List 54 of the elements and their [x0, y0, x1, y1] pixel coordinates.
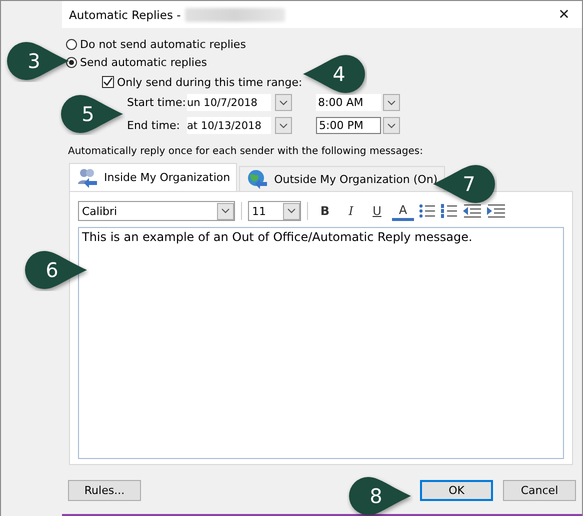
numbering-icon[interactable] — [440, 203, 458, 219]
callout-marker — [303, 55, 365, 93]
chevron-down-icon — [279, 100, 288, 106]
font-combo[interactable]: Calibri — [78, 201, 235, 221]
time-label: End time: — [127, 119, 181, 132]
callout-marker — [61, 95, 123, 133]
callout-number: 5 — [80, 102, 96, 126]
time-field[interactable]: 8:00 AM — [316, 94, 381, 111]
radio-button[interactable] — [66, 56, 77, 68]
callout-marker — [349, 477, 411, 515]
dialog-button[interactable]: Rules... — [68, 480, 141, 501]
callout-number: 7 — [462, 172, 476, 196]
callout-marker — [25, 251, 87, 289]
date-field[interactable]: at 10/13/2018 — [187, 117, 271, 134]
callout-marker — [7, 42, 69, 80]
checkbox[interactable] — [102, 76, 114, 88]
radio-label: Send automatic replies — [80, 56, 207, 68]
callout-number: 3 — [26, 49, 42, 73]
dialog-button[interactable]: Cancel — [503, 480, 576, 501]
bold-button[interactable]: B — [314, 201, 336, 221]
date-dropdown[interactable] — [275, 117, 292, 134]
time-field[interactable]: 5:00 PM — [316, 117, 381, 134]
chevron-down-icon — [279, 122, 288, 128]
italic-button[interactable]: I — [340, 201, 362, 221]
chevron-down-icon — [387, 122, 396, 128]
tab[interactable]: Inside My Organization — [69, 163, 238, 191]
instructions-text: Automatically reply once for each sender with the following messages: — [67, 146, 424, 157]
message-body[interactable]: This is an example of an Out of Office/Automatic Reply message. — [78, 227, 564, 459]
bullets-icon[interactable] — [418, 203, 436, 219]
tab[interactable]: Outside My Organization (On) — [239, 166, 445, 191]
dialog-button[interactable]: OK — [420, 480, 493, 501]
color-button[interactable]: A — [392, 201, 414, 221]
chevron-down-icon — [287, 208, 296, 214]
increase-indent-icon[interactable] — [486, 203, 506, 219]
time-label: Start time: — [127, 96, 187, 109]
date-dropdown[interactable] — [275, 94, 292, 111]
radio-label: Do not send automatic replies — [80, 38, 246, 50]
callout-number: 6 — [44, 258, 60, 282]
callout-number: 4 — [332, 62, 346, 86]
time-dropdown[interactable] — [383, 94, 400, 111]
globe-icon — [246, 169, 268, 189]
window-title: Automatic Replies - — [69, 8, 181, 22]
close-button[interactable]: ✕ — [546, 6, 582, 22]
people-icon — [76, 168, 98, 188]
date-field[interactable]: un 10/7/2018 — [187, 94, 271, 111]
chevron-down-icon — [221, 208, 230, 214]
radio-button[interactable] — [66, 38, 77, 50]
chevron-down-icon — [387, 100, 396, 106]
underline-button[interactable]: U — [366, 201, 388, 221]
callout-number: 8 — [368, 484, 384, 508]
checkbox-label: Only send during this time range: — [117, 76, 302, 88]
time-dropdown[interactable] — [383, 117, 400, 134]
decrease-indent-icon[interactable] — [462, 203, 482, 219]
size-combo[interactable]: 11 — [248, 201, 301, 221]
